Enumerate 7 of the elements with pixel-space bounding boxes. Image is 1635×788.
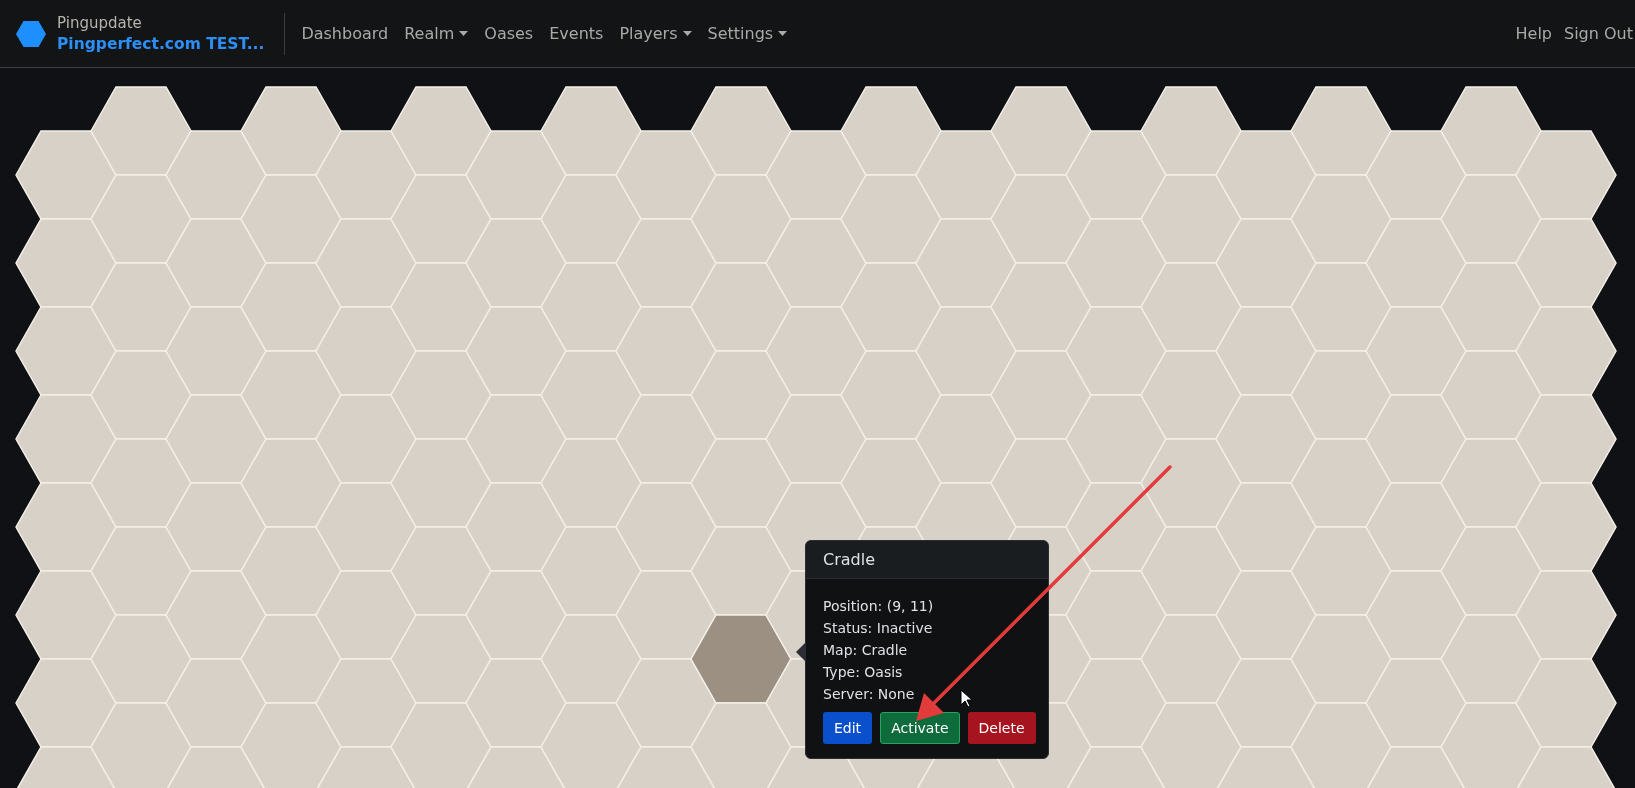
detail-line: Map: Cradle (823, 641, 908, 660)
popover-title: Cradle (823, 550, 875, 569)
detail-line: Server: None (823, 685, 915, 704)
detail-line: Type: Oasis (823, 663, 903, 682)
detail-line: Position: (9, 11) (823, 597, 934, 616)
app-name: Pingupdate (57, 14, 143, 32)
detail-line: Status: Inactive (823, 619, 933, 638)
